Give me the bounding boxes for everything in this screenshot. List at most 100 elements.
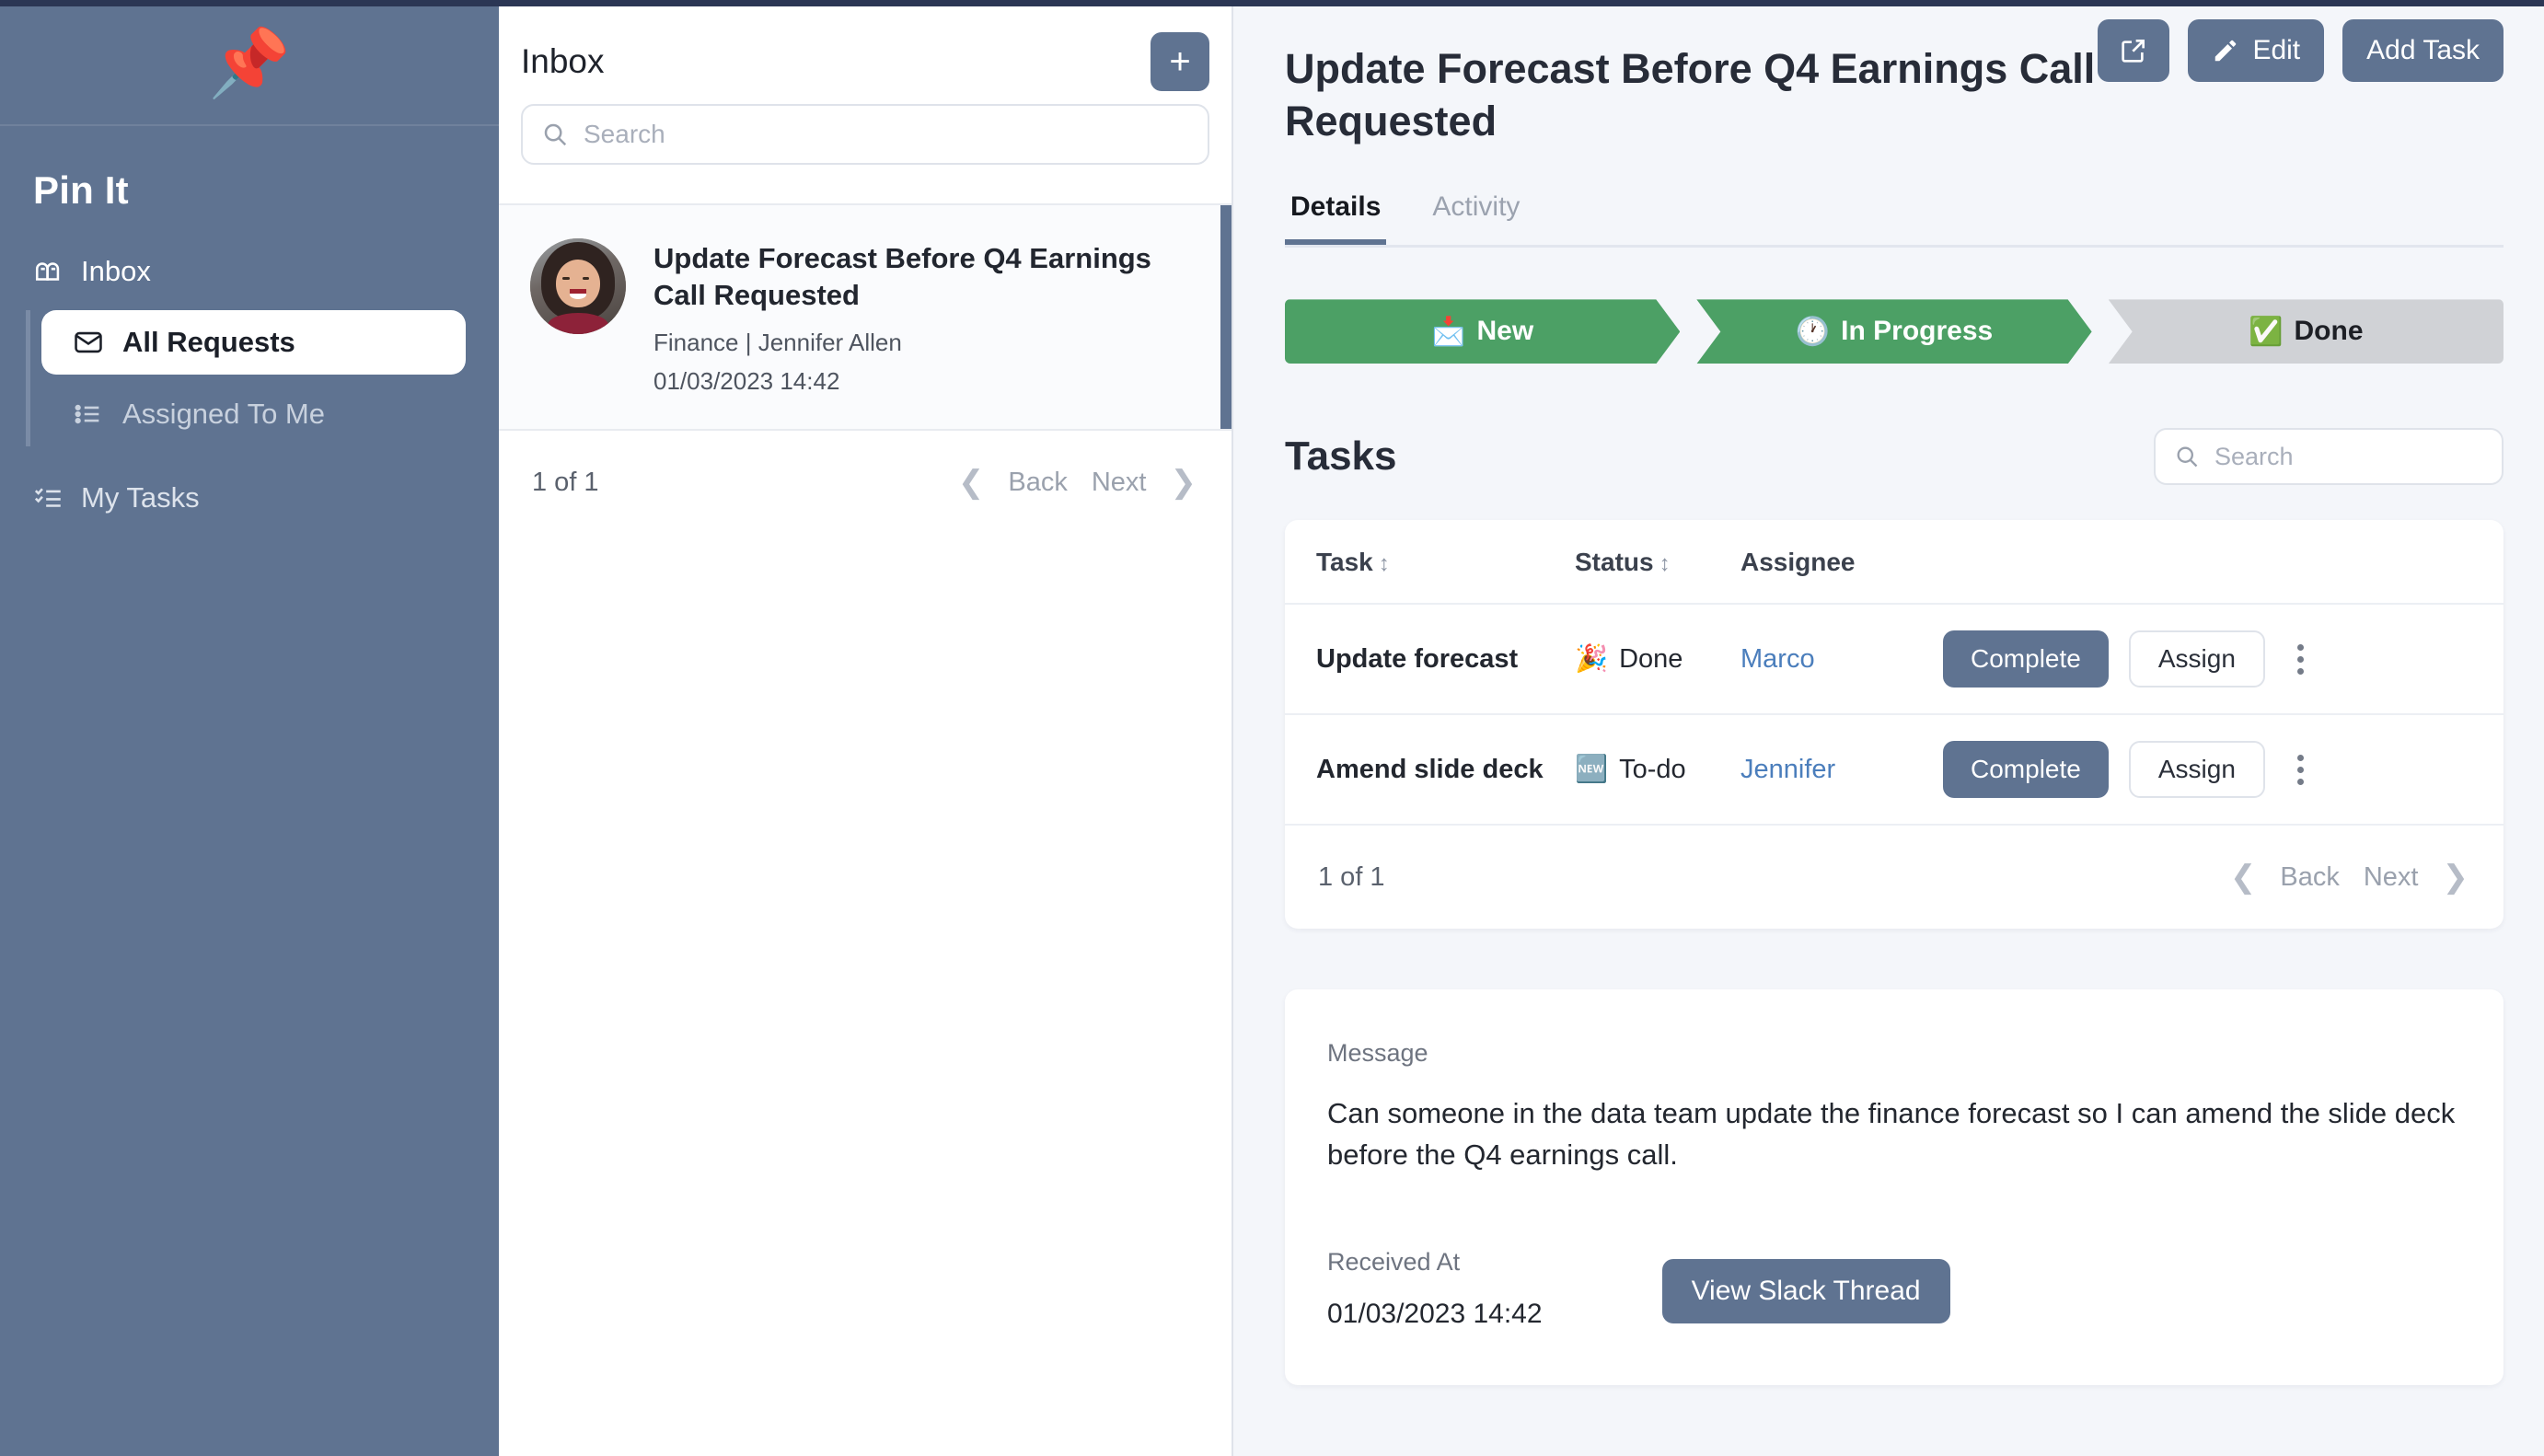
more-options-icon[interactable] [2285,635,2317,683]
tasks-table-head: Task↕ Status↕ Assignee [1285,520,2504,604]
cell-actions: Complete Assign [1943,714,2504,825]
inbox-header: Inbox + [499,6,1232,98]
add-task-button[interactable]: Add Task [2342,19,2504,82]
add-request-button[interactable]: + [1151,32,1209,91]
column-header-status[interactable]: Status↕ [1575,520,1740,604]
chevron-right-icon[interactable]: ❯ [2443,859,2469,896]
received-at-label: Received At [1327,1248,1543,1277]
view-slack-thread-button[interactable]: View Slack Thread [1662,1259,1950,1323]
inbox-search-input[interactable] [584,120,1189,149]
cell-status-label: Done [1619,644,1683,675]
edit-button[interactable]: Edit [2188,19,2324,82]
inbox-pager-controls: ❮ Back Next ❯ [958,464,1197,501]
cell-assignee: Marco [1740,604,1943,714]
sidebar-item-assigned-to-me[interactable]: Assigned To Me [41,382,499,446]
inbox-page-count: 1 of 1 [532,468,599,498]
sidebar-item-all-requests[interactable]: All Requests [41,310,466,375]
list-icon [73,399,104,430]
message-card: Message Can someone in the data team upd… [1285,989,2504,1385]
cell-status-label: To-do [1619,755,1686,785]
list-item-date: 01/03/2023 14:42 [653,367,1206,396]
search-icon [541,121,569,148]
detail-panel: Edit Add Task Update Forecast Before Q4 … [1233,6,2544,1456]
detail-tabs: Details Activity [1285,191,2504,248]
chevron-left-icon[interactable]: ❮ [958,464,985,501]
more-options-icon[interactable] [2285,745,2317,793]
tasks-card: Task↕ Status↕ Assignee Update forecast [1285,520,2504,929]
tasks-header: Tasks [1285,428,2504,485]
status-step-done[interactable]: ✅ Done [2109,299,2504,364]
sidebar-section-inbox-label: Inbox [81,255,151,288]
assign-button[interactable]: Assign [2129,741,2265,798]
column-header-actions [1943,520,2504,604]
table-row: Amend slide deck 🆕 To-do Jennifer [1285,714,2504,825]
cell-status: 🆕 To-do [1575,714,1740,825]
inbox-panel: Inbox + Update Forecast Before Q4 Earnin… [499,6,1233,1456]
tasks-search[interactable] [2154,428,2504,485]
envelope-icon [73,327,104,358]
column-header-status-label: Status [1575,548,1654,576]
new-button-icon: 🆕 [1575,754,1608,785]
message-text: Can someone in the data team update the … [1327,1093,2463,1176]
status-step-in-progress[interactable]: 🕐 In Progress [1696,299,2091,364]
tasks-pagination: 1 of 1 ❮ Back Next ❯ [1285,826,2504,929]
tasks-back-button[interactable]: Back [2280,862,2339,893]
inbox-back-button[interactable]: Back [1008,468,1067,498]
tab-activity[interactable]: Activity [1427,191,1525,245]
column-header-assignee-label: Assignee [1740,548,1856,576]
assignee-link[interactable]: Marco [1740,644,1815,674]
inbox-list: Update Forecast Before Q4 Earnings Call … [499,203,1232,431]
message-label: Message [1327,1039,2463,1068]
assignee-link[interactable]: Jennifer [1740,755,1835,784]
pushpin-icon: 📌 [208,30,291,97]
mailbox-icon [33,256,64,287]
tasks-next-button[interactable]: Next [2364,862,2419,893]
list-item-body: Update Forecast Before Q4 Earnings Call … [653,238,1206,396]
inbox-search[interactable] [521,104,1209,165]
inbox-title: Inbox [521,42,605,81]
tasks-pager-controls: ❮ Back Next ❯ [2230,859,2469,896]
status-step-new[interactable]: 📩 New [1285,299,1680,364]
cell-actions: Complete Assign [1943,604,2504,714]
inbox-next-button[interactable]: Next [1092,468,1147,498]
sort-icon: ↕ [1379,551,1390,576]
message-footer: Received At 01/03/2023 14:42 View Slack … [1327,1248,2463,1330]
sidebar-item-all-requests-label: All Requests [122,326,295,359]
tasks-table-body: Update forecast 🎉 Done Marco [1285,604,2504,825]
status-step-done-label: Done [2295,316,2364,347]
tasks-search-input[interactable] [2214,443,2540,471]
complete-button[interactable]: Complete [1943,741,2109,798]
clock-icon: 🕐 [1796,316,1830,348]
table-row: Update forecast 🎉 Done Marco [1285,604,2504,714]
tasks-page-count: 1 of 1 [1318,862,1385,893]
status-step-new-label: New [1477,316,1534,347]
sidebar-logo-area: 📌 [0,6,499,126]
sidebar: 📌 Pin It Inbox [0,6,499,1456]
tasks-heading: Tasks [1285,433,1397,480]
tasks-table: Task↕ Status↕ Assignee Update forecast [1285,520,2504,826]
chevron-right-icon[interactable]: ❯ [1171,464,1197,501]
list-item-title: Update Forecast Before Q4 Earnings Call … [653,240,1169,313]
sidebar-section-inbox[interactable]: Inbox [0,246,499,297]
complete-button[interactable]: Complete [1943,630,2109,688]
column-header-task[interactable]: Task↕ [1285,520,1575,604]
pencil-icon [2212,37,2239,64]
detail-action-bar: Edit Add Task [2098,19,2504,82]
list-item[interactable]: Update Forecast Before Q4 Earnings Call … [499,203,1232,431]
tab-details[interactable]: Details [1285,191,1386,245]
open-external-button[interactable] [2098,19,2169,82]
cell-task: Amend slide deck [1285,714,1575,825]
add-task-button-label: Add Task [2366,35,2480,66]
column-header-assignee[interactable]: Assignee [1740,520,1943,604]
check-mark-button-icon: ✅ [2249,316,2283,348]
sidebar-item-my-tasks-label: My Tasks [81,481,200,514]
received-at-value: 01/03/2023 14:42 [1327,1299,1543,1330]
selection-indicator [1220,205,1232,429]
checklist-icon [33,482,64,514]
sort-icon: ↕ [1659,551,1671,576]
brand-title: Pin It [0,126,499,213]
table-header-row: Task↕ Status↕ Assignee [1285,520,2504,604]
chevron-left-icon[interactable]: ❮ [2230,859,2257,896]
assign-button[interactable]: Assign [2129,630,2265,688]
sidebar-item-my-tasks[interactable]: My Tasks [0,454,499,524]
